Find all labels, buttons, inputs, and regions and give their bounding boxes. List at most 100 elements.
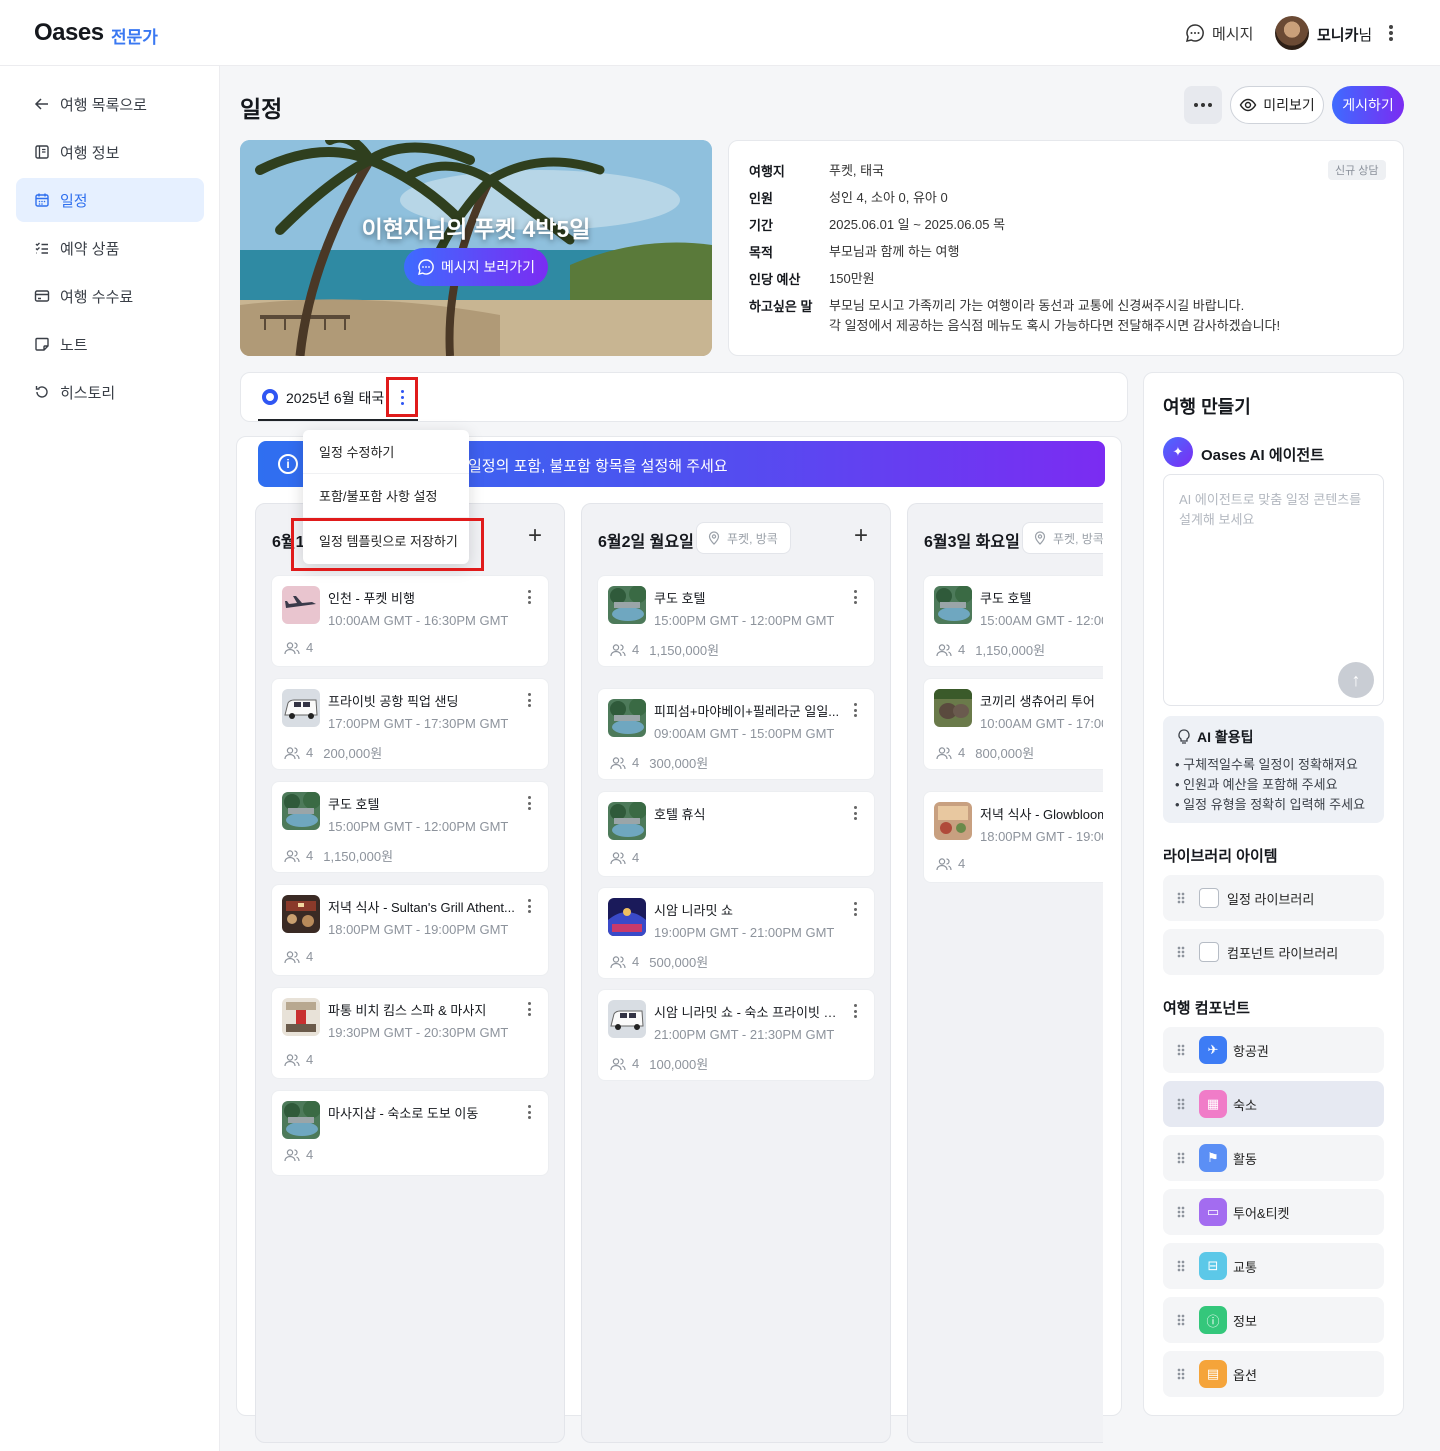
location-chip[interactable]: 푸켓, 방콕 [696, 522, 791, 554]
schedule-card[interactable]: 쿠도 호텔 15:00PM GMT - 12:00PM GMT 4 1,150,0… [597, 575, 875, 667]
logo-subtitle: 전문가 [111, 28, 158, 47]
schedule-card[interactable]: 저녁 식사 - Sultan's Grill Athent... 18:00PM… [271, 884, 549, 976]
tab-radio[interactable] [262, 389, 278, 405]
logo[interactable]: Oases [34, 19, 104, 47]
more-menu-icon[interactable] [1384, 22, 1398, 44]
menu-item-inclusion-settings[interactable]: 포함/불포함 사항 설정 [303, 474, 469, 518]
info-value: 부모님 모시고 가족끼리 가는 여행이라 동선과 교통에 신경써주시길 바랍니다… [829, 298, 1245, 313]
sidebar-item-schedule[interactable]: 일정 [16, 178, 204, 222]
note-icon [35, 337, 49, 351]
more-options-button[interactable] [1184, 86, 1222, 124]
calendar-icon [1199, 888, 1219, 908]
building-icon: ▦ [1199, 1090, 1227, 1118]
sidebar-item-history[interactable]: 히스토리 [16, 370, 204, 414]
card-more-icon[interactable] [854, 806, 858, 820]
sidebar-item-fees[interactable]: 여행 수수료 [16, 274, 204, 318]
schedule-card[interactable]: 쿠도 호텔 15:00PM GMT - 12:00PM GMT 4 1,150,0… [271, 781, 549, 873]
publish-button[interactable]: 게시하기 [1332, 86, 1404, 124]
card-more-icon[interactable] [528, 590, 532, 604]
schedule-card[interactable]: 인천 - 푸켓 비행 10:00AM GMT - 16:30PM GMT 4 [271, 575, 549, 667]
card-more-icon[interactable] [854, 703, 858, 717]
tab-schedule-june[interactable]: 2025년 6월 태국 [286, 388, 384, 408]
menu-item-edit-schedule[interactable]: 일정 수정하기 [303, 430, 469, 474]
ticket-icon: ▭ [1199, 1198, 1227, 1226]
sidebar-item-label: 히스토리 [60, 384, 116, 402]
schedule-card[interactable]: 호텔 휴식 4 [597, 791, 875, 877]
library-item-label: 일정 라이브러리 [1227, 891, 1315, 907]
info-circle-icon: ⓘ [1199, 1306, 1227, 1334]
restaurant-thumbnail [934, 802, 972, 840]
sidebar-item-notes[interactable]: 노트 [16, 322, 204, 366]
avatar[interactable] [1275, 16, 1309, 50]
drag-handle-icon[interactable] [1177, 1260, 1185, 1272]
card-more-icon[interactable] [854, 1004, 858, 1018]
card-more-icon[interactable] [528, 899, 532, 913]
sidebar-item-trip-info[interactable]: 여행 정보 [16, 130, 204, 174]
tab-more-icon[interactable] [386, 377, 418, 417]
library-item-schedule[interactable]: 일정 라이브러리 [1163, 875, 1384, 921]
drag-handle-icon[interactable] [1177, 946, 1185, 958]
user-name[interactable]: 모니카님 [1317, 24, 1372, 45]
drag-handle-icon[interactable] [1177, 1044, 1185, 1056]
component-lodging[interactable]: ▦ 숙소 [1163, 1081, 1384, 1127]
drag-handle-icon[interactable] [1177, 1314, 1185, 1326]
messages-button[interactable]: 메시지 [1184, 22, 1253, 44]
card-more-icon[interactable] [528, 693, 532, 707]
schedule-card[interactable]: 시암 니라밋 쇼 - 숙소 프라이빗 차... 21:00PM GMT - 21… [597, 989, 875, 1081]
sidebar-item-bookings[interactable]: 예약 상품 [16, 226, 204, 270]
tip-title-text: AI 활용팁 [1197, 729, 1254, 745]
location-chip[interactable]: 푸켓, 방콕 [1022, 522, 1103, 554]
component-transport[interactable]: ⊟ 교통 [1163, 1243, 1384, 1289]
info-label: 인당 예산 [749, 272, 801, 287]
info-row-budget: 인당 예산 150만원 [749, 269, 875, 289]
component-flight[interactable]: ✈ 항공권 [1163, 1027, 1384, 1073]
info-label: 여행지 [749, 164, 785, 179]
drag-handle-icon[interactable] [1177, 892, 1185, 904]
card-more-icon[interactable] [528, 1105, 532, 1119]
sidebar-item-back[interactable]: 여행 목록으로 [16, 82, 204, 126]
drag-handle-icon[interactable] [1177, 1206, 1185, 1218]
sidebar-item-label: 여행 수수료 [60, 288, 134, 306]
folder-icon [1199, 942, 1219, 962]
day-title: 6월2일 월요일 [598, 534, 694, 551]
drag-handle-icon[interactable] [1177, 1152, 1185, 1164]
card-more-icon[interactable] [854, 590, 858, 604]
schedule-card[interactable]: 프라이빗 공항 픽업 샌딩 17:00PM GMT - 17:30PM GMT … [271, 678, 549, 770]
card-more-icon[interactable] [854, 902, 858, 916]
card-time: 09:00AM GMT - 15:00PM GMT [654, 726, 835, 741]
day-column-2: 6월2일 월요일 푸켓, 방콕 + 쿠도 호텔 15:00PM GMT - 12… [581, 503, 891, 1443]
schedule-card[interactable]: 코끼리 생츄어리 투어 10:00AM GMT - 17:00PM GMT 48… [923, 678, 1103, 770]
schedule-card[interactable]: 피피섬+마야베이+필레라군 일일... 09:00AM GMT - 15:00P… [597, 688, 875, 780]
card-more-icon[interactable] [528, 796, 532, 810]
elephant-thumbnail [934, 689, 972, 727]
add-item-icon[interactable]: + [528, 524, 542, 548]
preview-button[interactable]: 미리보기 [1230, 86, 1324, 124]
people-count: 4 [306, 640, 314, 655]
card-more-icon[interactable] [528, 1002, 532, 1016]
component-info[interactable]: ⓘ 정보 [1163, 1297, 1384, 1343]
drag-handle-icon[interactable] [1177, 1098, 1185, 1110]
hotel-thumbnail [608, 586, 646, 624]
schedule-card[interactable]: 파통 비치 킴스 스파 & 마사지 19:30PM GMT - 20:30PM … [271, 987, 549, 1079]
schedule-card[interactable]: 쿠도 호텔 15:00AM GMT - 12:00PM GMT 4 1,150,0… [923, 575, 1103, 667]
component-label: 항공권 [1233, 1043, 1269, 1059]
card-time: 15:00PM GMT - 12:00PM GMT [654, 613, 835, 628]
card-title: 시암 니라밋 쇼 - 숙소 프라이빗 차... [654, 1005, 844, 1020]
tip-text: 일정 유형을 정확히 입력해 주세요 [1183, 797, 1366, 812]
ai-prompt-placeholder: AI 에이전트로 맞춤 일정 콘텐츠를 설계해 보세요 [1179, 492, 1362, 527]
calendar-icon [35, 193, 49, 207]
schedule-card[interactable]: 마사지샵 - 숙소로 도보 이동 4 [271, 1090, 549, 1176]
add-item-icon[interactable]: + [854, 524, 868, 548]
status-badge: 신규 상담 [1328, 160, 1386, 180]
schedule-card[interactable]: 저녁 식사 - Glowbloom 18:00PM GMT - 19:00PM … [923, 791, 1103, 883]
schedule-card[interactable]: 시암 니라밋 쇼 19:00PM GMT - 21:00PM GMT 4 500,… [597, 887, 875, 979]
people-icon [610, 756, 626, 769]
component-tour-ticket[interactable]: ▭ 투어&티켓 [1163, 1189, 1384, 1235]
component-option[interactable]: ▤ 옵션 [1163, 1351, 1384, 1397]
component-activity[interactable]: ⚑ 활동 [1163, 1135, 1384, 1181]
send-arrow-icon[interactable]: ↑ [1338, 662, 1374, 698]
trip-info-card: 여행지 푸켓, 태국 인원 성인 4, 소아 0, 유아 0 기간 2025.06.0… [728, 140, 1404, 356]
view-messages-button[interactable]: 메시지 보러가기 [404, 248, 548, 286]
library-item-components[interactable]: 컴포넌트 라이브러리 [1163, 929, 1384, 975]
drag-handle-icon[interactable] [1177, 1368, 1185, 1380]
